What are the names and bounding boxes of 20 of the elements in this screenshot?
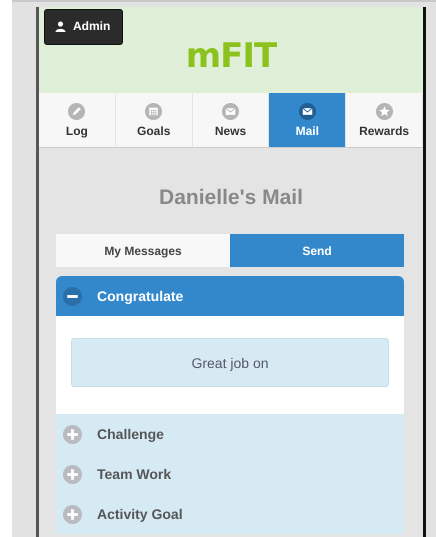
plus-icon — [62, 424, 83, 444]
messages-tab[interactable]: Send — [230, 234, 404, 267]
messages-tab[interactable]: My Messages — [56, 234, 230, 267]
envelope-icon — [298, 102, 317, 121]
section-header[interactable]: Team Work — [56, 454, 404, 494]
message-field[interactable]: Great job on — [71, 338, 389, 387]
minus-icon — [62, 286, 83, 306]
section-header[interactable]: Congratulate — [56, 276, 404, 316]
envelope-icon — [220, 102, 240, 121]
calendar-icon — [144, 102, 164, 121]
admin-button[interactable]: Admin — [44, 9, 124, 45]
section-header[interactable]: Challenge — [56, 414, 404, 454]
nav-tab[interactable]: Mail — [269, 93, 346, 147]
pencil-icon — [67, 102, 86, 121]
section-header[interactable]: Activity Goal — [56, 494, 404, 534]
page-title: Danielle's Mail — [158, 186, 304, 210]
user-icon — [55, 20, 66, 32]
plus-icon — [62, 464, 83, 484]
plus-icon — [62, 504, 83, 524]
app-logo: mFIT — [186, 36, 276, 76]
